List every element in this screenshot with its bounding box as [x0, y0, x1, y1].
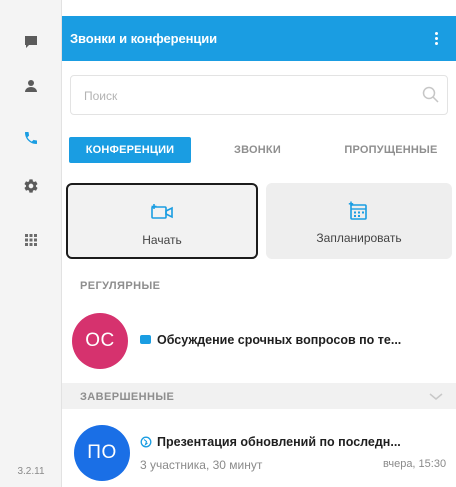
apps-grid-icon[interactable]	[20, 229, 42, 251]
settings-icon[interactable]	[20, 175, 42, 197]
search-icon[interactable]	[421, 85, 441, 110]
schedule-conference-button[interactable]: Запланировать	[266, 183, 452, 259]
conference-title-text: Презентация обновлений по последн...	[157, 435, 401, 449]
header: Звонки и конференции	[62, 16, 456, 61]
tab-conferences[interactable]: КОНФЕРЕНЦИИ	[69, 137, 191, 163]
phone-icon[interactable]	[20, 127, 42, 149]
tab-missed[interactable]: ПРОПУЩЕННЫЕ	[332, 137, 450, 163]
more-vertical-icon[interactable]	[430, 28, 442, 48]
search-placeholder: Поиск	[84, 89, 118, 103]
calendar-add-icon	[348, 201, 370, 226]
tab-calls[interactable]: ЗВОНКИ	[225, 137, 290, 163]
conference-title: Обсуждение срочных вопросов по те...	[140, 333, 452, 347]
status-square-icon	[140, 335, 151, 344]
conference-participants: 3 участника, 30 минут	[140, 458, 263, 472]
section-regular-label: РЕГУЛЯРНЫЕ	[80, 280, 161, 292]
avatar: ОС	[72, 313, 128, 369]
main-panel: Звонки и конференции Поиск КОНФЕРЕНЦИИ З…	[62, 0, 456, 487]
start-label: Начать	[142, 233, 182, 247]
globe-icon	[140, 436, 152, 451]
contacts-icon[interactable]	[20, 75, 42, 97]
sidebar: 3.2.11	[0, 0, 62, 487]
conference-time: вчера, 15:30	[383, 458, 447, 470]
search-input[interactable]: Поиск	[70, 75, 448, 115]
video-add-icon	[150, 203, 174, 226]
chat-icon[interactable]	[20, 31, 42, 53]
avatar: ПО	[74, 425, 130, 481]
header-title: Звонки и конференции	[70, 31, 218, 46]
conference-title-text: Обсуждение срочных вопросов по те...	[157, 333, 402, 347]
chevron-down-icon[interactable]	[428, 390, 444, 408]
section-finished-label: ЗАВЕРШЕННЫЕ	[80, 391, 175, 403]
schedule-label: Запланировать	[316, 231, 402, 245]
start-conference-button[interactable]: Начать	[66, 183, 258, 259]
conference-title: Презентация обновлений по последн...	[140, 435, 452, 451]
app-version: 3.2.11	[17, 466, 45, 477]
